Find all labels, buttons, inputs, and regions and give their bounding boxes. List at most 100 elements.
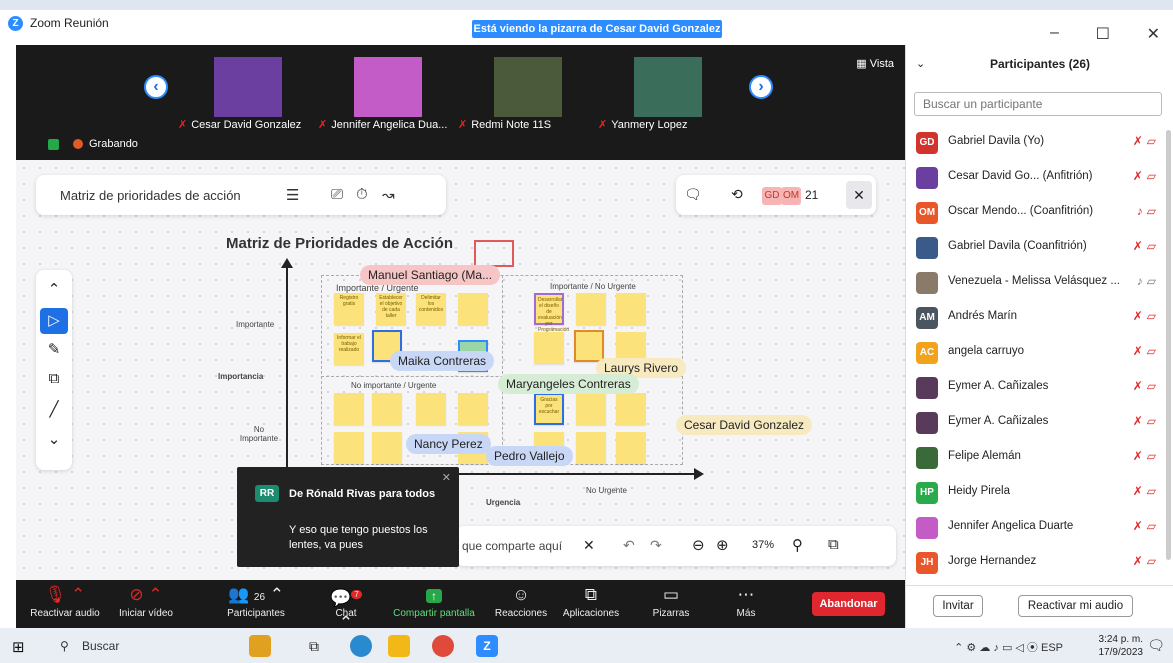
sticky-note[interactable]: [616, 432, 646, 464]
zoom-app-icon[interactable]: Z: [476, 635, 498, 657]
briefcase-app-icon[interactable]: [249, 635, 271, 657]
participant-row[interactable]: Cesar David Go... (Anfitrión) ✗▱: [906, 160, 1164, 195]
file-explorer-icon[interactable]: [388, 635, 410, 657]
sticky-note[interactable]: [372, 432, 402, 464]
unmute-me-button[interactable]: Reactivar mi audio: [1018, 595, 1133, 617]
participant-row[interactable]: JH Jorge Hernandez ✗▱: [906, 545, 1164, 580]
close-icon[interactable]: ✕: [1147, 24, 1160, 44]
next-video-button[interactable]: ›: [749, 75, 773, 99]
sticky-note[interactable]: [334, 432, 364, 464]
chat-notification[interactable]: ✕ RR De Rónald Rivas para todos Y eso qu…: [237, 467, 459, 567]
participant-row[interactable]: AM Andrés Marín ✗▱: [906, 300, 1164, 335]
view-button[interactable]: ▦ Vista: [856, 57, 894, 70]
zoom-level[interactable]: 37%: [752, 539, 774, 551]
prev-video-button[interactable]: ‹: [144, 75, 168, 99]
sticky-note[interactable]: [458, 393, 488, 425]
close-hint-icon[interactable]: ✕: [583, 537, 595, 554]
video-tile[interactable]: ✗ Cesar David Gonzalez: [178, 52, 318, 137]
minimap-icon[interactable]: ⧉: [828, 536, 839, 553]
sticky-note[interactable]: [334, 393, 364, 425]
taskbar-search[interactable]: ⚲ Buscar: [50, 634, 250, 658]
sticky-note[interactable]: Informar el trabajo realizado: [334, 333, 364, 365]
participant-row[interactable]: GD Gabriel Davila (Yo) ✗▱: [906, 125, 1164, 160]
minimize-icon[interactable]: –: [1050, 24, 1059, 44]
sticky-note[interactable]: [534, 332, 564, 364]
sticky-note[interactable]: [576, 393, 606, 425]
share-icon[interactable]: ⟲: [731, 186, 743, 203]
share-banner[interactable]: Está viendo la pizarra de Cesar David Go…: [472, 20, 722, 38]
comment-icon[interactable]: 🗨: [684, 186, 702, 203]
avatar: AM: [916, 307, 938, 329]
sticky-note[interactable]: Gracias por escuchar: [534, 393, 564, 425]
sticky-note[interactable]: Registro gratis: [334, 293, 364, 325]
unmute-button[interactable]: 🎙 ⌃ Reactivar audio: [30, 583, 100, 619]
participant-row[interactable]: Felipe Alemán ✗▱: [906, 440, 1164, 475]
collapse-up-icon[interactable]: ⌃: [36, 280, 72, 298]
undo-icon[interactable]: ↶: [623, 537, 635, 554]
video-tile[interactable]: ✗ Redmi Note 11S: [458, 52, 598, 137]
sticky-note[interactable]: [458, 293, 488, 325]
close-icon[interactable]: ✕: [442, 471, 451, 484]
shape-tool-icon[interactable]: ⧉: [36, 370, 72, 387]
invite-button[interactable]: Invitar: [933, 595, 983, 617]
maximize-icon[interactable]: ☐: [1096, 24, 1110, 44]
sticky-note[interactable]: [616, 393, 646, 425]
tray-icons[interactable]: ⌃ ⚙ ☁ ♪ ▭ ◁ ⦿: [954, 642, 1041, 654]
sticky-note[interactable]: [574, 330, 604, 362]
sticky-note[interactable]: [416, 393, 446, 425]
select-tool-icon[interactable]: ▷: [40, 308, 68, 334]
video-tile[interactable]: ✗ Jennifer Angelica Dua...: [318, 52, 458, 137]
chat-button[interactable]: 💬 7 ⌃ Chat: [321, 583, 371, 632]
whiteboards-button[interactable]: ▭ Pizarras: [646, 583, 696, 619]
participants-icon: 👥 26 ⌃: [228, 585, 284, 604]
pen-tool-icon[interactable]: ✎: [36, 340, 72, 358]
chrome-browser-icon[interactable]: [432, 635, 454, 657]
task-view-icon[interactable]: ⧉: [303, 635, 325, 657]
participant-row[interactable]: HP Heidy Pirela ✗▱: [906, 475, 1164, 510]
language-indicator[interactable]: ESP: [1041, 642, 1063, 654]
line-tool-icon[interactable]: ╱: [36, 400, 72, 418]
whiteboard-name[interactable]: Matriz de prioridades de acción: [60, 188, 241, 203]
expand-down-icon[interactable]: ⌄: [36, 430, 72, 448]
start-video-button[interactable]: ⊘ ⌃ Iniciar vídeo: [111, 583, 181, 619]
share-screen-button[interactable]: ↑ Compartir pantalla: [388, 583, 480, 619]
apps-button[interactable]: ⧉ Aplicaciones: [559, 583, 623, 619]
sticky-note[interactable]: [576, 432, 606, 464]
redo-icon[interactable]: ↷: [650, 537, 662, 554]
timer-icon[interactable]: ⏱: [356, 186, 368, 203]
reactions-button[interactable]: ☺ Reacciones: [491, 583, 551, 619]
sticky-note[interactable]: [616, 293, 646, 325]
participant-row[interactable]: Eymer A. Cañizales ✗▱: [906, 405, 1164, 440]
notifications-icon[interactable]: 🗨: [1147, 637, 1165, 654]
zoom-in-icon[interactable]: ⊕: [716, 536, 729, 554]
menu-icon[interactable]: ☰: [286, 186, 299, 204]
participant-row[interactable]: Eymer A. Cañizales ✗▱: [906, 370, 1164, 405]
participant-row[interactable]: OM Oscar Mendo... (Coanfitrión) ♪▱: [906, 195, 1164, 230]
quadrant-title: No Urgente: [586, 486, 627, 495]
participant-row[interactable]: Venezuela - Melissa Velásquez ... ♪▱: [906, 265, 1164, 300]
video-tile[interactable]: ✗ Yanmery Lopez: [598, 52, 738, 137]
more-button[interactable]: ⋯ Más: [721, 583, 771, 619]
zoom-out-icon[interactable]: ⊖: [692, 536, 705, 554]
participant-row[interactable]: Jennifer Angelica Duarte ✗▱: [906, 510, 1164, 545]
edge-browser-icon[interactable]: [350, 635, 372, 657]
close-whiteboard-icon[interactable]: ✕: [846, 181, 872, 209]
scrollbar[interactable]: [1166, 130, 1171, 560]
sticky-note[interactable]: [372, 393, 402, 425]
leave-button[interactable]: Abandonar: [812, 592, 885, 616]
sticky-note[interactable]: Establecer el objetivo de cada taller: [376, 293, 406, 325]
windows-start-icon[interactable]: ⊞: [12, 638, 25, 656]
mic-video-off-icon: ✗▱: [1132, 554, 1160, 568]
locate-icon[interactable]: ⚲: [792, 536, 803, 554]
clock[interactable]: 3:24 p. m. 17/9/2023: [1099, 633, 1144, 659]
present-icon[interactable]: ⎚: [331, 186, 343, 203]
sticky-note[interactable]: Desarrollar el diseño de evaluación por …: [534, 293, 569, 333]
participant-row[interactable]: Gabriel Davila (Coanfitrión) ✗▱: [906, 230, 1164, 265]
participants-button[interactable]: 👥 26 ⌃ Participantes: [216, 583, 296, 619]
whiteboard-canvas[interactable]: Matriz de prioridades de acción ☰ ⎚ ⏱ ↝ …: [16, 160, 906, 580]
participant-row[interactable]: AC angela carruyo ✗▱: [906, 335, 1164, 370]
sticky-note[interactable]: Delimitar los contenidos: [416, 293, 446, 325]
participant-search-input[interactable]: [914, 92, 1162, 116]
sticky-note[interactable]: [576, 293, 606, 325]
follow-icon[interactable]: ↝: [382, 186, 395, 204]
